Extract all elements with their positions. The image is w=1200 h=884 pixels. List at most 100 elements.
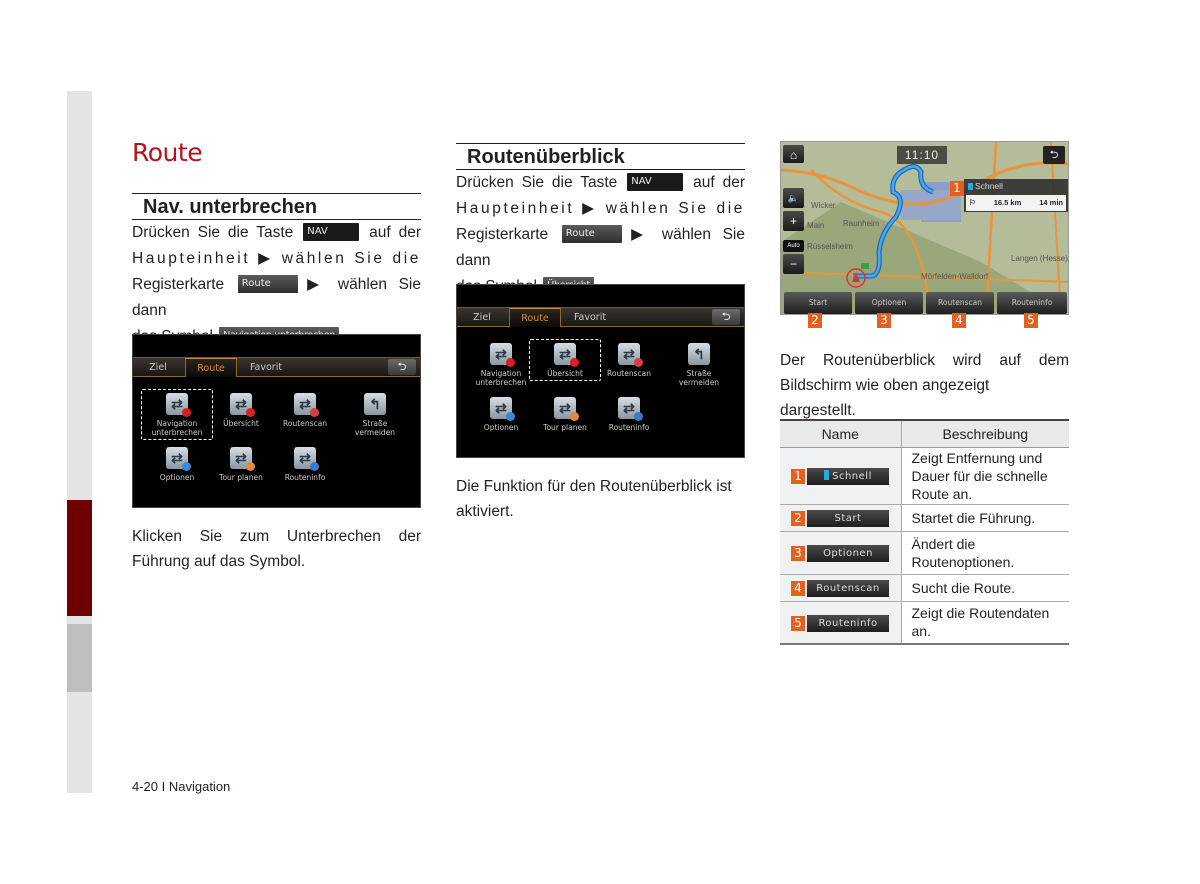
section3-text: Der Routenüberblick wird auf dem Bildsch…	[780, 348, 1069, 423]
badge-icon	[310, 408, 319, 417]
text: Registerkarte	[132, 276, 225, 293]
route-icon: ⇄	[490, 343, 515, 367]
route-distance: 16.5 km	[993, 198, 1022, 207]
badge-icon	[634, 358, 643, 367]
button-sample: Routeninfo	[807, 614, 889, 632]
table-row: 5 Routeninfo Zeigt die Routendaten an.	[780, 601, 1069, 645]
menu-icon-label: Routenscan	[607, 369, 651, 378]
menu-icon-label: Optionen	[159, 473, 195, 482]
route-color-marker	[824, 469, 830, 480]
menu-icon-übersicht[interactable]: ⇄ Übersicht	[529, 339, 601, 381]
menu-icon-optionen[interactable]: ⇄ Optionen	[465, 397, 537, 432]
section2-caption: Die Funktion für den Routenüberblick ist…	[456, 474, 745, 524]
side-tab-gap	[67, 616, 92, 624]
section2-instructions: Drücken Sie die Taste NAV auf der Haupte…	[456, 170, 745, 300]
chapter-title: Route	[132, 138, 203, 167]
route-icon: ⇄	[294, 447, 319, 471]
route-summary-box[interactable]: Schnell ⚐ 16.5 km 14 min	[964, 179, 1068, 212]
menu-icon-label: Navigation unterbrechen	[151, 419, 203, 437]
menu-icon-routeninfo[interactable]: ⇄ Routeninfo	[269, 447, 341, 482]
plus-icon: +	[789, 214, 797, 228]
back-button[interactable]: ⮌	[712, 309, 740, 325]
badge-icon	[634, 412, 643, 421]
callout-number: 3	[791, 545, 805, 561]
flag-icon: ⚐	[969, 198, 976, 207]
map-zoom-in-button[interactable]: +	[783, 211, 804, 231]
menu-icon-straße[interactable]: ↰ Straße vermeiden	[339, 393, 411, 437]
tab-route[interactable]: Route	[185, 358, 237, 377]
route-color-marker	[968, 183, 973, 191]
auto-label: Auto	[787, 243, 800, 249]
route-duration: 14 min	[1039, 198, 1063, 207]
menu-icon-label: Routeninfo	[284, 473, 326, 482]
column-header-description: Beschreibung	[901, 420, 1069, 448]
menu-icon-tour-planen[interactable]: ⇄ Tour planen	[529, 397, 601, 432]
route-icon: ⇄	[554, 343, 579, 367]
map-routeninfo-button[interactable]: Routeninfo	[997, 292, 1067, 314]
section1-instructions: Drücken Sie die Taste NAV auf der Haupte…	[132, 220, 421, 350]
button-sample: Start	[807, 509, 889, 527]
badge-icon	[182, 408, 191, 417]
text: Registerkarte	[456, 226, 549, 243]
tab-route[interactable]: Route	[509, 308, 561, 327]
route-name: Schnell	[975, 181, 1003, 191]
cell-description: Zeigt die Routendaten an.	[901, 601, 1069, 645]
instr-line-3: Registerkarte Route ▶ wählen Sie dann	[132, 272, 421, 324]
cell-description: Startet die Führung.	[901, 504, 1069, 532]
tab-favorit[interactable]: Favorit	[239, 358, 293, 377]
badge-icon	[182, 462, 191, 471]
menu-icon-routenscan[interactable]: ⇄ Routenscan	[269, 393, 341, 428]
menu-icon-straße[interactable]: ↰ Straße vermeiden	[663, 343, 735, 387]
map-home-button[interactable]: ⌂	[783, 145, 804, 163]
tab-ziel[interactable]: Ziel	[457, 308, 507, 327]
section-heading-nav-unterbrechen: Nav. unterbrechen	[132, 193, 421, 220]
badge-icon	[246, 462, 255, 471]
page-footer: 4-20 I Navigation	[132, 779, 231, 794]
map-zoom-out-button[interactable]: −	[783, 254, 804, 274]
badge-icon	[570, 412, 579, 421]
cell-name: 3 Optionen	[780, 531, 902, 575]
route-overview-table: Name Beschreibung 1 Schnell Zeigt Entfernu…	[780, 419, 1069, 645]
map-back-button[interactable]: ⮌	[1043, 146, 1065, 164]
callout-1: 1	[950, 181, 964, 196]
menu-icon-navigation[interactable]: ⇄ Navigation unterbrechen	[465, 343, 537, 387]
map-clock: 11:10	[897, 146, 947, 164]
cell-description: Ändert die Routenoptionen.	[901, 531, 1069, 575]
map-volume-button[interactable]: 🔈	[783, 188, 804, 208]
button-sample: Optionen	[807, 544, 889, 562]
cell-name: 1 Schnell	[780, 447, 902, 505]
menu-icon-label: Routeninfo	[608, 423, 650, 432]
map-routenscan-button[interactable]: Routenscan	[926, 292, 994, 314]
badge-icon	[570, 358, 579, 367]
back-button[interactable]: ⮌	[388, 359, 416, 375]
side-tab-active-chapter	[67, 500, 92, 616]
callout-number: 1	[791, 468, 805, 484]
route-icon: ↰	[688, 343, 710, 365]
menu-icon-routenscan[interactable]: ⇄ Routenscan	[593, 343, 665, 378]
caption-line-2: aktiviert.	[456, 503, 514, 520]
section-heading-routenueberblick: Routenüberblick	[456, 143, 745, 170]
map-label: Raunheim	[843, 219, 880, 228]
map-auto-zoom-button[interactable]: Auto	[783, 240, 804, 252]
menu-icon-optionen[interactable]: ⇄ Optionen	[141, 447, 213, 482]
route-icon: ⇄	[490, 397, 515, 421]
map-start-button[interactable]: Start	[784, 292, 852, 314]
route-icon: ⇄	[230, 447, 255, 471]
map-label: Rüsselsheim	[807, 242, 853, 251]
menu-icon-übersicht[interactable]: ⇄ Übersicht	[205, 393, 277, 428]
tab-favorit[interactable]: Favorit	[563, 308, 617, 327]
route-icon: ⇄	[618, 397, 643, 421]
menu-icon-label: Optionen	[483, 423, 519, 432]
table-row: 1 Schnell Zeigt Entfernung und Dauer für d…	[780, 447, 1069, 505]
menu-icon-tour-planen[interactable]: ⇄ Tour planen	[205, 447, 277, 482]
table-row: 2 Start Startet die Führung.	[780, 504, 1069, 532]
callout-2: 2	[808, 313, 822, 328]
menu-icon-navigation[interactable]: ⇄ Navigation unterbrechen	[141, 389, 213, 440]
cell-name: 4 Routenscan	[780, 574, 902, 602]
callout-number: 4	[791, 580, 805, 596]
route-name-row: Schnell	[964, 179, 1068, 194]
text: auf der	[693, 174, 745, 191]
menu-icon-routeninfo[interactable]: ⇄ Routeninfo	[593, 397, 665, 432]
map-optionen-button[interactable]: Optionen	[855, 292, 923, 314]
tab-ziel[interactable]: Ziel	[133, 358, 183, 377]
